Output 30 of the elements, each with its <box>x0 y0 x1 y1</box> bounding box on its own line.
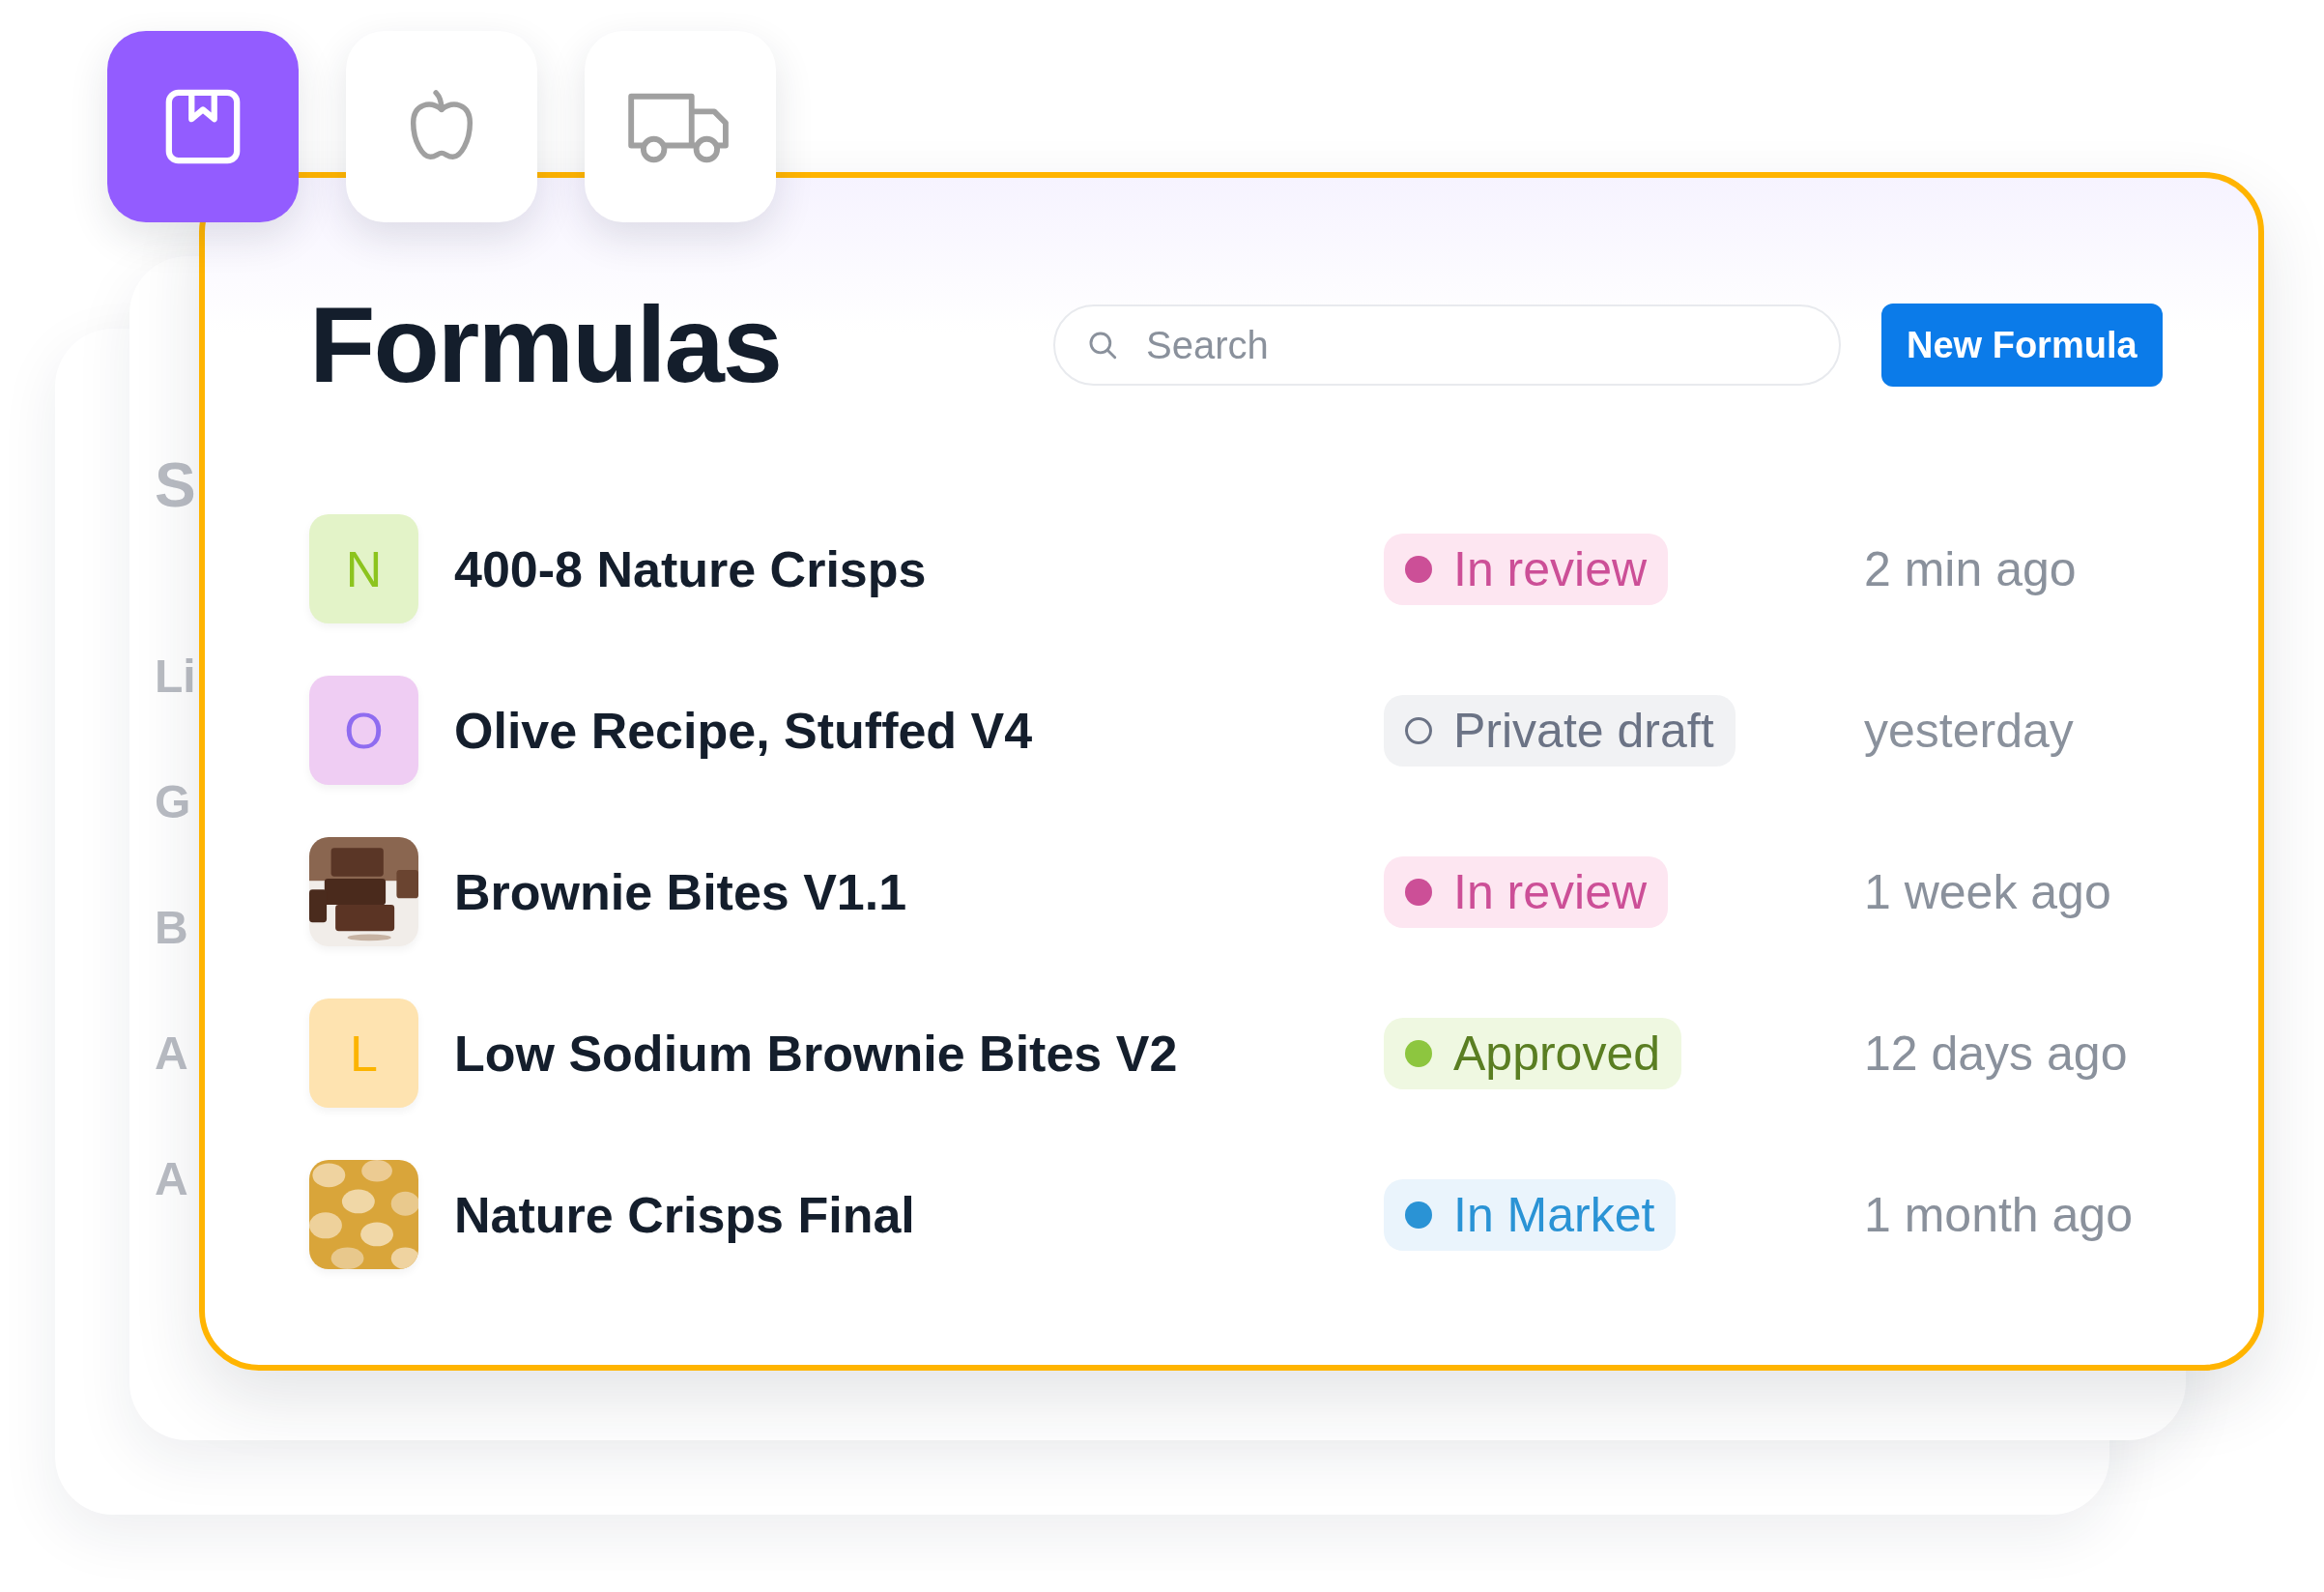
faded-label: B <box>155 905 188 951</box>
letter-avatar: O <box>309 676 418 785</box>
formula-name[interactable]: Low Sodium Brownie Bites V2 <box>454 1024 1384 1083</box>
search-field[interactable]: Search <box>1053 304 1841 386</box>
letter-avatar: L <box>309 999 418 1108</box>
updated-time: yesterday <box>1864 702 2074 759</box>
updated-time: 1 month ago <box>1864 1186 2133 1243</box>
formula-name[interactable]: Brownie Bites V1.1 <box>454 862 1384 921</box>
status-tag: In Market <box>1384 1178 1677 1251</box>
updated-time: 2 min ago <box>1864 540 2077 597</box>
status-tag: In review <box>1384 533 1669 605</box>
faded-label: A <box>155 1156 188 1202</box>
letter-avatar: N <box>309 514 418 623</box>
faded-label: A <box>155 1030 188 1077</box>
status-tag: Private draft <box>1384 694 1736 767</box>
updated-time: 1 week ago <box>1864 863 2111 920</box>
updated-time: 12 days ago <box>1864 1025 2128 1082</box>
tab[interactable] <box>585 31 776 222</box>
faded-label: G <box>155 779 191 825</box>
new-formula-button[interactable]: New Formula <box>1881 304 2163 387</box>
formula-name[interactable]: Nature Crisps Final <box>454 1185 1384 1244</box>
page-title: Formulas <box>309 291 783 399</box>
faded-label: Li <box>155 653 196 700</box>
tab[interactable] <box>107 31 299 222</box>
formula-name[interactable]: Olive Recipe, Stuffed V4 <box>454 701 1384 760</box>
faded-label: S <box>155 454 196 516</box>
formula-name[interactable]: 400-8 Nature Crisps <box>454 539 1384 598</box>
tab[interactable] <box>346 31 537 222</box>
status-tag: Approved <box>1384 1017 1682 1089</box>
status-tag: In review <box>1384 855 1669 928</box>
